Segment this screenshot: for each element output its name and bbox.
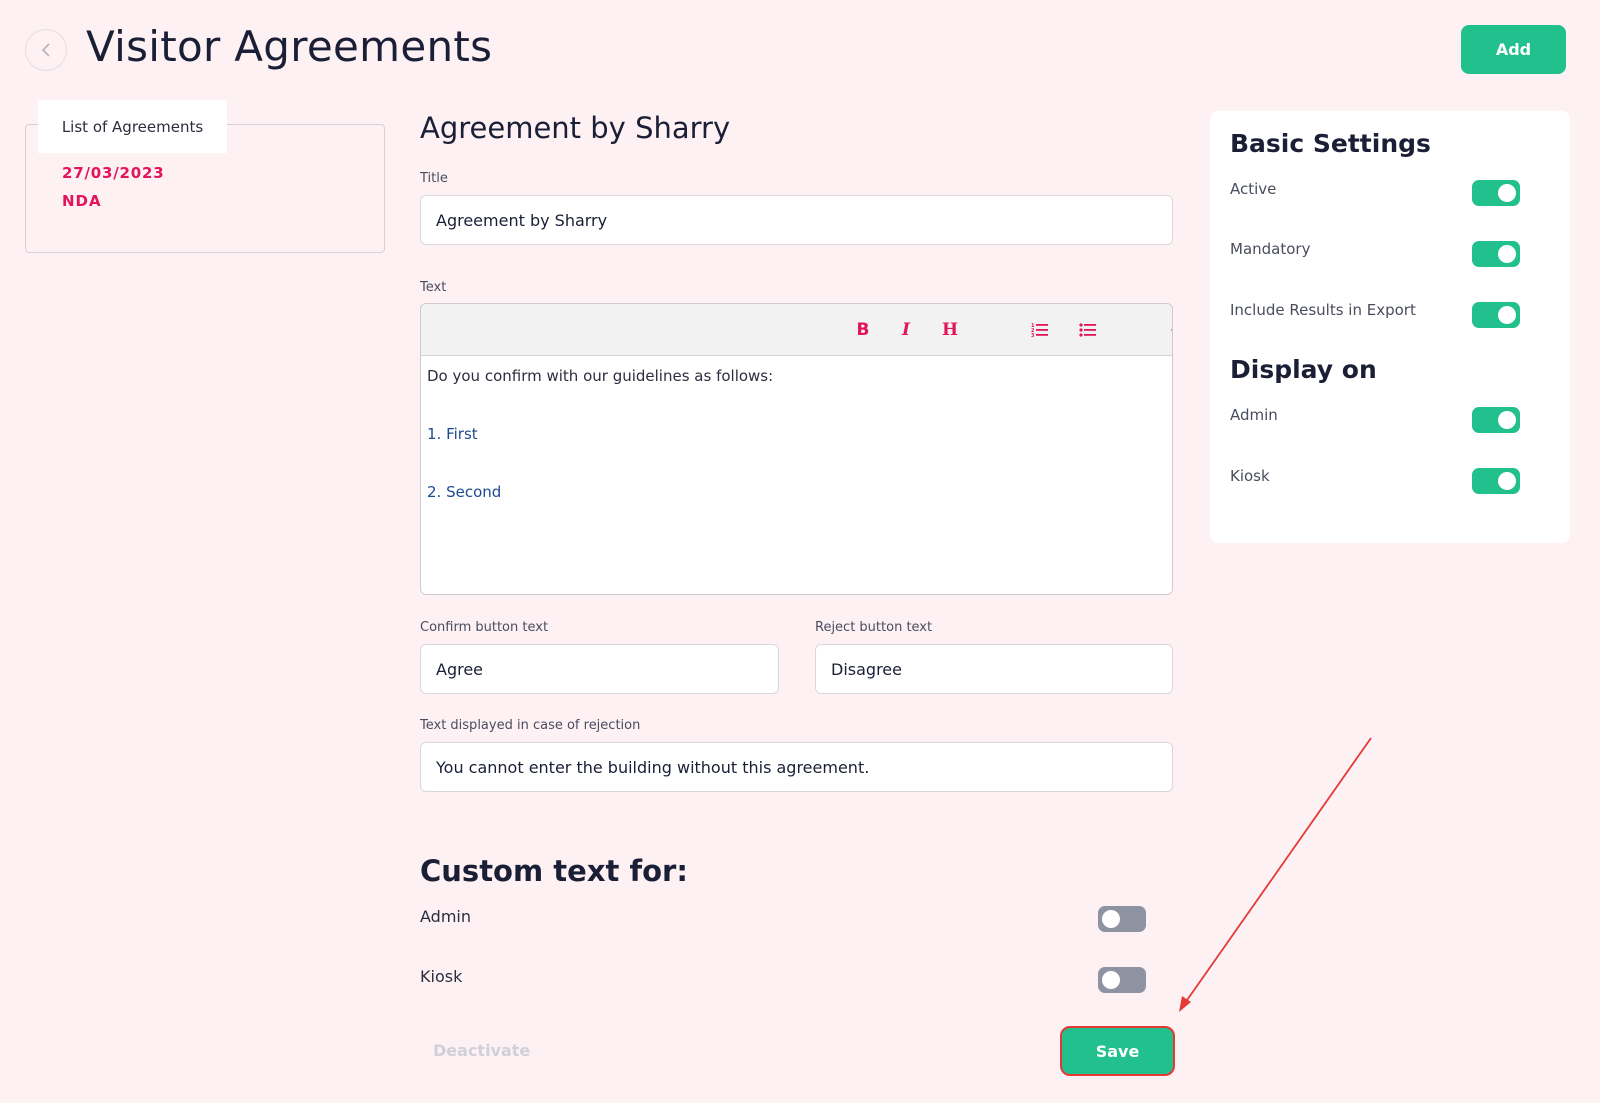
toggle-knob: [1498, 245, 1516, 263]
editor-content[interactable]: Do you confirm with our guidelines as fo…: [421, 356, 1172, 550]
italic-button[interactable]: I: [894, 318, 918, 342]
ordered-list-button[interactable]: 1 2 3: [1028, 318, 1052, 342]
editor-list-item: 1. First: [427, 425, 478, 443]
reject-input[interactable]: Disagree: [815, 644, 1173, 694]
setting-label-mandatory: Mandatory: [1230, 240, 1311, 258]
toggle-knob: [1102, 971, 1120, 989]
include-results-toggle[interactable]: [1472, 302, 1520, 328]
display-kiosk-toggle[interactable]: [1472, 468, 1520, 494]
display-on-heading: Display on: [1230, 355, 1377, 384]
eye-icon: [1171, 329, 1172, 331]
confirm-input[interactable]: Agree: [420, 644, 779, 694]
svg-text:3: 3: [1031, 333, 1035, 338]
toggle-knob: [1498, 306, 1516, 324]
setting-label-include-results: Include Results in Export: [1230, 301, 1416, 319]
ordered-list-icon: 1 2 3: [1031, 323, 1048, 338]
confirm-label: Confirm button text: [420, 620, 549, 635]
custom-admin-toggle[interactable]: [1098, 906, 1146, 932]
save-button[interactable]: Save: [1060, 1026, 1175, 1076]
toggle-knob: [1498, 472, 1516, 490]
unordered-list-button[interactable]: [1076, 318, 1100, 342]
editor-toolbar: B I H 1 2 3: [421, 304, 1172, 356]
title-label: Title: [420, 171, 448, 186]
list-item-date: 27/03/2023: [62, 164, 165, 182]
editor-list-item: 2. Second: [427, 483, 502, 501]
active-toggle[interactable]: [1472, 180, 1520, 206]
preview-button[interactable]: [1168, 318, 1172, 342]
list-item[interactable]: 27/03/2023 NDA: [62, 164, 164, 210]
title-input[interactable]: Agreement by Sharry: [420, 195, 1173, 245]
chevron-left-icon: [41, 43, 50, 57]
rejection-label: Text displayed in case of rejection: [420, 718, 641, 733]
text-label: Text: [420, 280, 447, 295]
deactivate-button[interactable]: Deactivate: [433, 1041, 530, 1060]
toggle-knob: [1102, 910, 1120, 928]
toggle-knob: [1498, 411, 1516, 429]
page-title: Visitor Agreements: [86, 22, 493, 71]
toggle-knob: [1498, 184, 1516, 202]
form-heading: Agreement by Sharry: [420, 111, 731, 145]
setting-label-active: Active: [1230, 180, 1277, 198]
unordered-list-icon: [1079, 323, 1096, 337]
list-tab-label: List of Agreements: [38, 100, 227, 153]
mandatory-toggle[interactable]: [1472, 241, 1520, 267]
display-label-admin: Admin: [1230, 406, 1278, 424]
list-item-name: NDA: [62, 192, 102, 210]
display-admin-toggle[interactable]: [1472, 407, 1520, 433]
rejection-input[interactable]: You cannot enter the building without th…: [420, 742, 1173, 792]
back-button[interactable]: [25, 29, 67, 71]
reject-label: Reject button text: [815, 620, 933, 635]
display-label-kiosk: Kiosk: [1230, 467, 1270, 485]
basic-settings-heading: Basic Settings: [1230, 129, 1431, 158]
custom-kiosk-label: Kiosk: [420, 967, 463, 986]
heading-button[interactable]: H: [938, 318, 962, 342]
custom-admin-label: Admin: [420, 907, 471, 926]
add-button[interactable]: Add: [1461, 25, 1566, 74]
editor-intro: Do you confirm with our guidelines as fo…: [427, 367, 774, 385]
settings-card: Basic Settings Active Mandatory Include …: [1210, 111, 1570, 543]
bold-button[interactable]: B: [851, 318, 875, 342]
rich-text-editor[interactable]: B I H 1 2 3 Do you confirm with our guid…: [420, 303, 1173, 595]
custom-kiosk-toggle[interactable]: [1098, 967, 1146, 993]
custom-text-heading: Custom text for:: [420, 854, 688, 888]
